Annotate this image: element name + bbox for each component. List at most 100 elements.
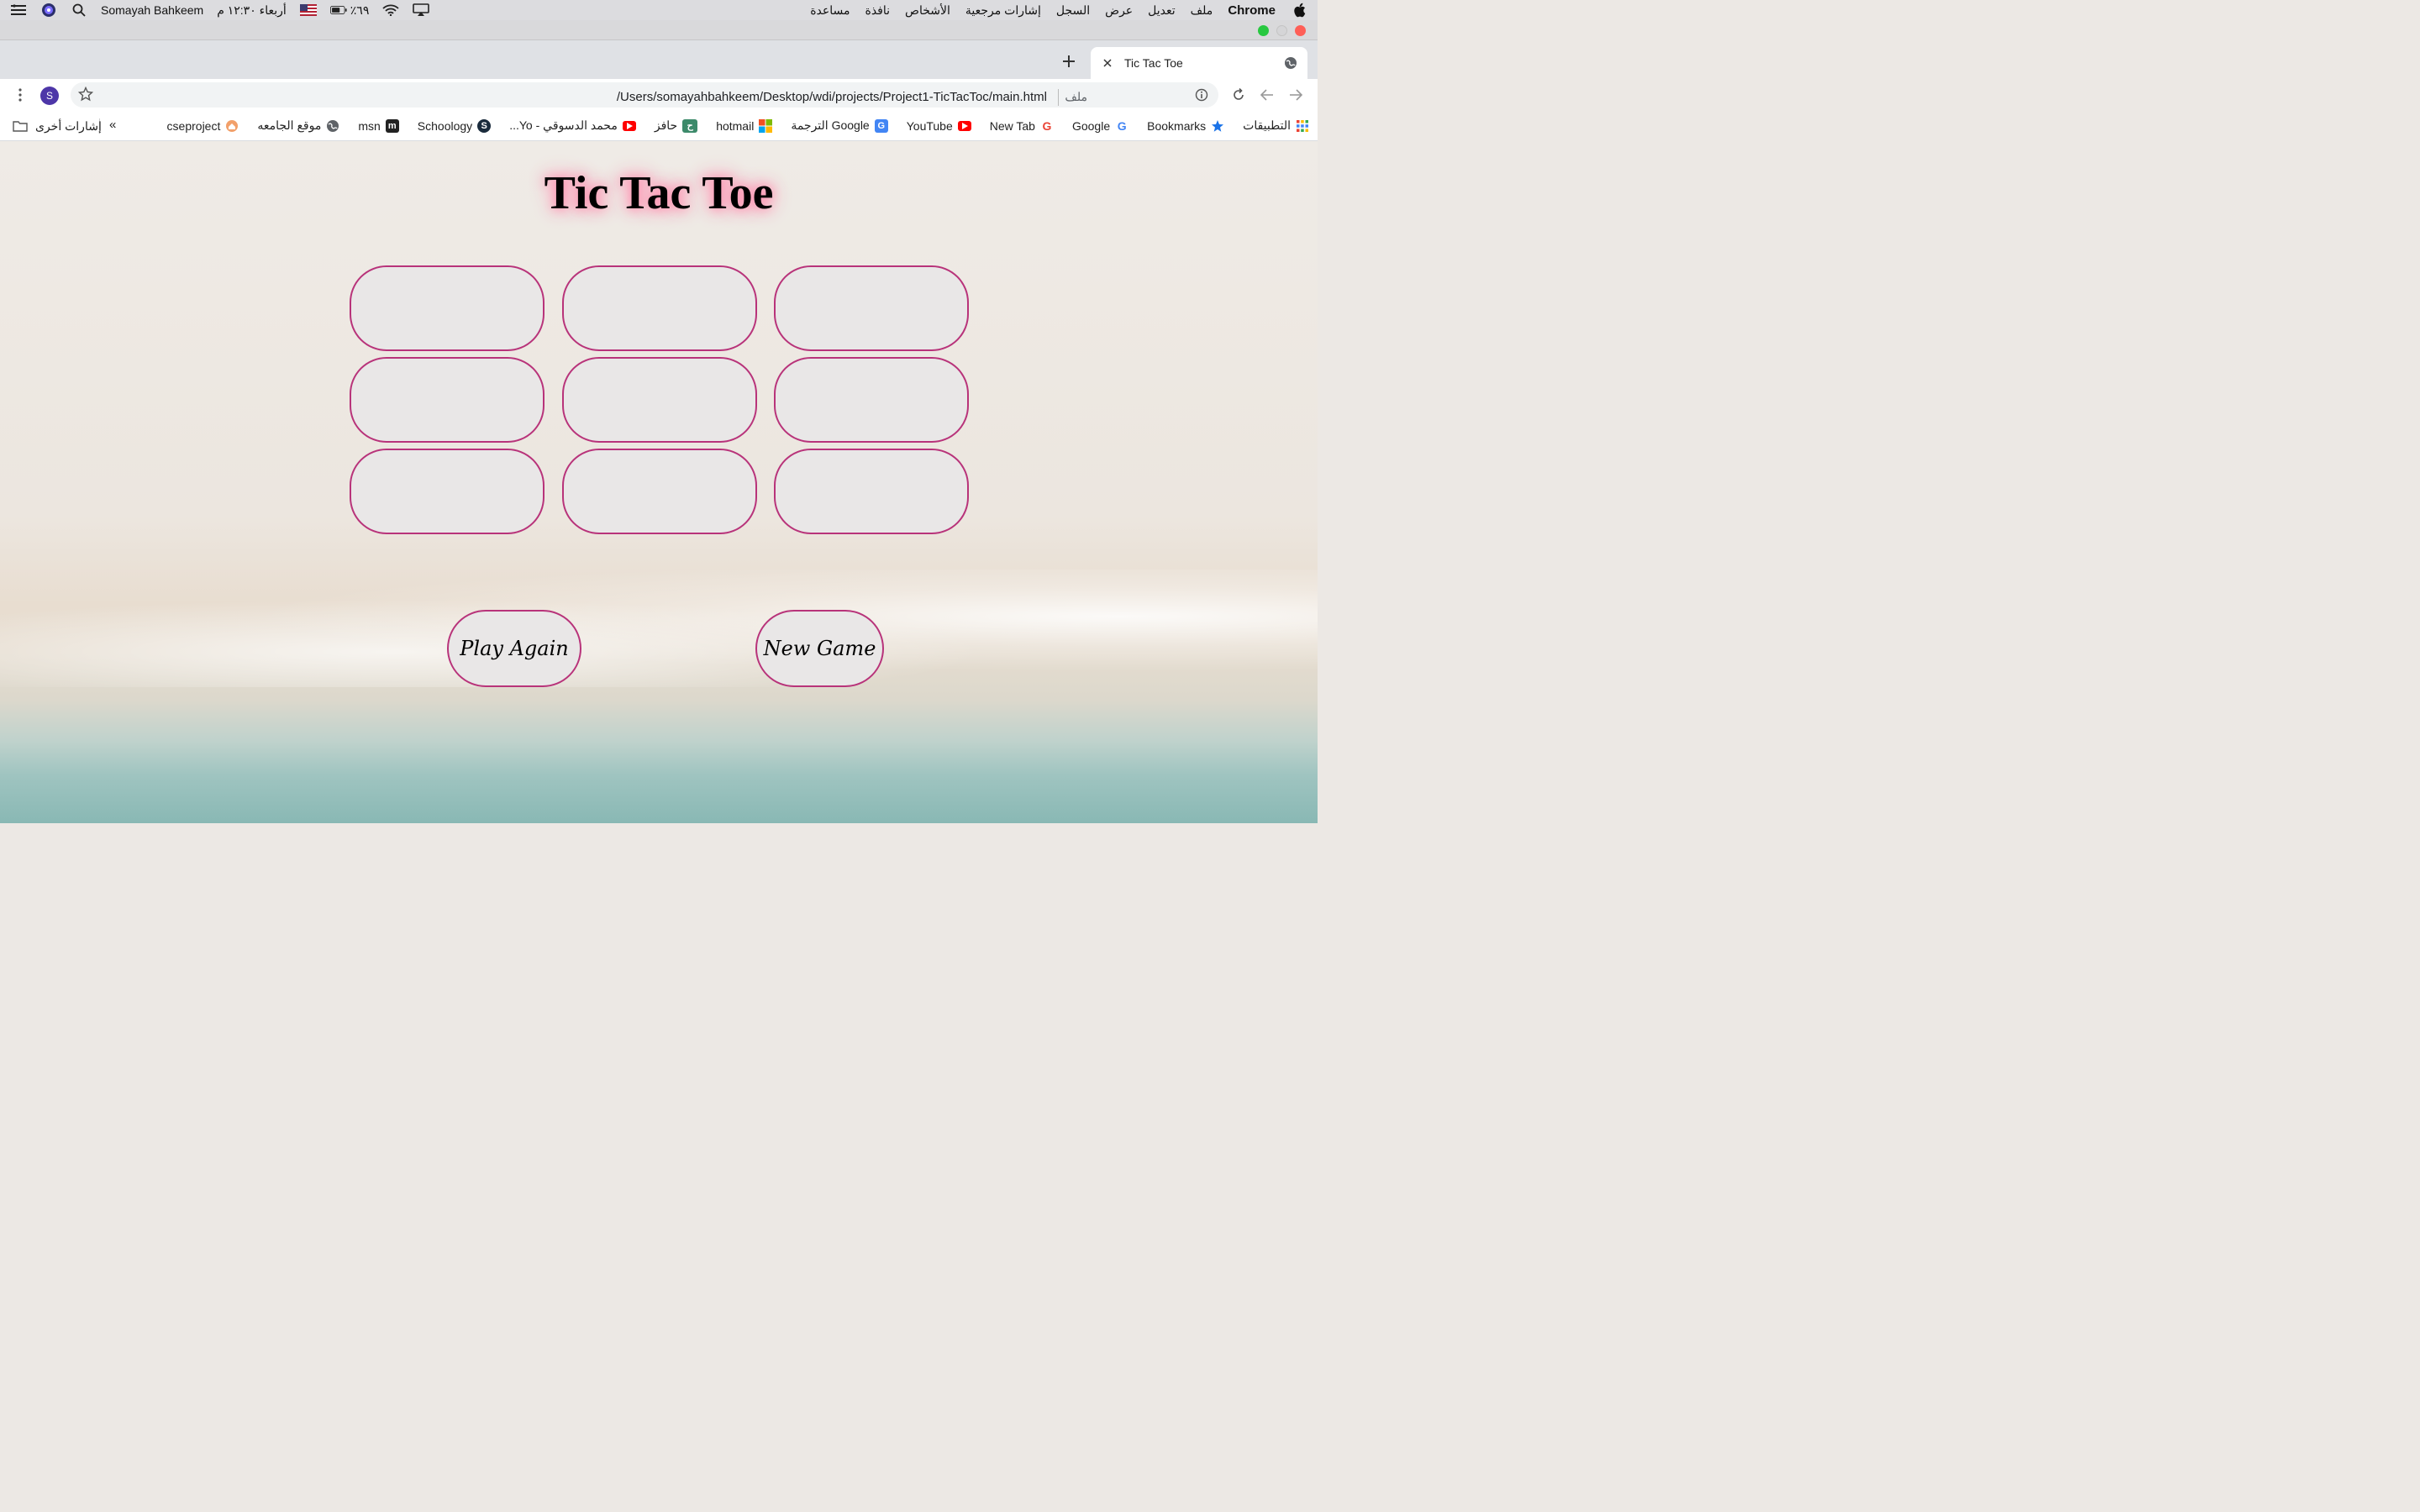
bookmark-star-icon[interactable]: [77, 87, 94, 102]
bookmark-label: New Tab: [989, 118, 1035, 133]
menubar-menus: Chrome ملف تعديل عرض السجل إشارات مرجعية…: [810, 3, 1307, 18]
bookmark-google[interactable]: G Google: [1072, 119, 1128, 133]
menu-people[interactable]: الأشخاص: [905, 3, 950, 18]
bookmark-label: محمد الدسوقي - Yo...: [509, 118, 618, 132]
bookmark-cseproject[interactable]: cseproject: [167, 119, 239, 133]
bookmark-youtube-channel[interactable]: محمد الدسوقي - Yo...: [509, 118, 636, 133]
forward-icon[interactable]: [1287, 87, 1304, 102]
board-cell-1[interactable]: [350, 265, 544, 351]
back-icon[interactable]: [1259, 87, 1276, 102]
star-icon: [1211, 119, 1224, 133]
translate-icon: G: [874, 118, 888, 133]
menubar-status-area: Somayah Bahkeem أربعاء ١٢:٣٠ م ٦٩٪: [10, 3, 430, 18]
close-window-button[interactable]: [1295, 25, 1306, 36]
bookmark-label: YouTube: [906, 118, 953, 133]
airplay-icon[interactable]: [413, 3, 430, 18]
battery-percent: ٦٩٪: [350, 3, 370, 17]
browser-toolbar: /Users/somayahbahkeem/Desktop/wdi/projec…: [0, 79, 1318, 111]
site-info-icon[interactable]: [1193, 87, 1210, 102]
minimize-window-button[interactable]: [1276, 25, 1287, 36]
menu-view[interactable]: عرض: [1105, 3, 1133, 18]
bookmark-university[interactable]: موقع الجامعه: [257, 118, 339, 133]
bookmarks-bar: التطبيقات Bookmarks G Google G New Tab Y…: [0, 111, 1318, 141]
menu-bookmarks[interactable]: إشارات مرجعية: [965, 3, 1041, 18]
scheme-label: ملف: [1065, 90, 1087, 103]
omnibox-divider: [1058, 89, 1059, 106]
google-icon: G: [1117, 118, 1127, 133]
globe-icon: [326, 119, 339, 133]
board-cell-6[interactable]: [774, 357, 969, 443]
reload-icon[interactable]: [1230, 87, 1247, 102]
google-icon: G: [1042, 118, 1052, 133]
board-cell-8[interactable]: [562, 449, 757, 534]
bookmark-apps[interactable]: التطبيقات: [1243, 118, 1309, 133]
msn-icon: m: [385, 118, 399, 133]
bookmark-label: التطبيقات: [1243, 118, 1291, 132]
menu-help[interactable]: مساعدة: [810, 3, 850, 18]
microsoft-icon: [759, 118, 773, 133]
bookmark-schoology[interactable]: S Schoology: [417, 118, 492, 133]
board-cell-9[interactable]: [774, 449, 969, 534]
youtube-icon: [957, 120, 971, 131]
bookmark-new-tab[interactable]: G New Tab: [990, 119, 1054, 133]
play-again-button[interactable]: Play Again: [447, 610, 581, 687]
battery-status[interactable]: ٦٩٪: [329, 3, 370, 18]
board-cell-5[interactable]: [562, 357, 757, 443]
close-tab-icon[interactable]: [1099, 55, 1116, 71]
menubar-user-name[interactable]: Somayah Bahkeem: [101, 3, 203, 17]
board-cell-7[interactable]: [350, 449, 544, 534]
other-bookmarks[interactable]: إشارات أخرى: [12, 118, 102, 134]
menu-window[interactable]: نافذة: [865, 3, 891, 18]
spotlight-search-icon[interactable]: [71, 3, 87, 18]
profile-avatar[interactable]: S: [40, 87, 59, 105]
game-title: Tic Tac Toe: [544, 167, 774, 219]
url-text[interactable]: /Users/somayahbahkeem/Desktop/wdi/projec…: [617, 90, 1047, 104]
background-beach-image: [0, 570, 1318, 687]
bookmark-label: حافز: [654, 118, 678, 132]
menu-app-name[interactable]: Chrome: [1228, 3, 1276, 18]
home-icon: [225, 119, 239, 133]
bookmark-msn[interactable]: m msn: [358, 118, 399, 133]
bookmark-hotmail[interactable]: hotmail: [716, 118, 773, 133]
window-titlebar: [0, 20, 1318, 40]
address-bar[interactable]: /Users/somayahbahkeem/Desktop/wdi/projec…: [71, 82, 1218, 108]
board-cell-2[interactable]: [562, 265, 757, 351]
bookmark-label: Google: [1071, 118, 1111, 133]
apps-grid-icon: [1296, 119, 1309, 133]
menu-edit[interactable]: تعديل: [1148, 3, 1176, 18]
bookmark-label: cseproject: [166, 118, 221, 133]
youtube-icon: [622, 120, 636, 131]
tab-title: Tic Tac Toe: [1124, 56, 1183, 70]
menu-history[interactable]: السجل: [1056, 3, 1090, 18]
new-tab-button[interactable]: [1059, 50, 1079, 72]
bookmark-youtube[interactable]: YouTube: [907, 119, 971, 133]
bookmark-label: Google الترجمة: [791, 118, 870, 132]
bookmark-label: موقع الجامعه: [257, 118, 322, 132]
bookmarks-overflow-chevron[interactable]: »: [109, 118, 116, 132]
new-game-button[interactable]: New Game: [755, 610, 884, 687]
tab-tic-tac-toe[interactable]: Tic Tac Toe: [1091, 47, 1307, 79]
siri-icon[interactable]: [40, 3, 57, 18]
macos-menubar: Somayah Bahkeem أربعاء ١٢:٣٠ م ٦٩٪ Chrom…: [0, 0, 1318, 20]
page-content: Tic Tac Toe Play Again New Game: [0, 141, 1318, 823]
control-center-icon[interactable]: [10, 3, 27, 18]
menubar-clock[interactable]: أربعاء ١٢:٣٠ م: [217, 3, 287, 18]
bookmark-label: Schoology: [417, 118, 473, 133]
more-menu-icon[interactable]: [12, 87, 29, 102]
globe-icon: [1282, 55, 1299, 71]
bookmark-label: Bookmarks: [1147, 118, 1207, 133]
board-cell-3[interactable]: [774, 265, 969, 351]
bookmark-bookmarks[interactable]: Bookmarks: [1147, 119, 1224, 133]
apple-icon[interactable]: [1291, 3, 1307, 18]
bookmark-google-translate[interactable]: G Google الترجمة: [791, 118, 888, 133]
wifi-icon[interactable]: [382, 3, 399, 18]
us-flag-icon[interactable]: [299, 3, 317, 18]
bookmark-hafiz[interactable]: ح حافز: [654, 118, 698, 133]
menu-file[interactable]: ملف: [1191, 3, 1213, 18]
folder-icon: [12, 118, 29, 134]
board-cell-4[interactable]: [350, 357, 544, 443]
zoom-window-button[interactable]: [1258, 25, 1269, 36]
hafiz-icon: ح: [682, 118, 698, 133]
bookmark-label: msn: [358, 118, 381, 133]
tab-strip: Tic Tac Toe: [0, 40, 1318, 79]
